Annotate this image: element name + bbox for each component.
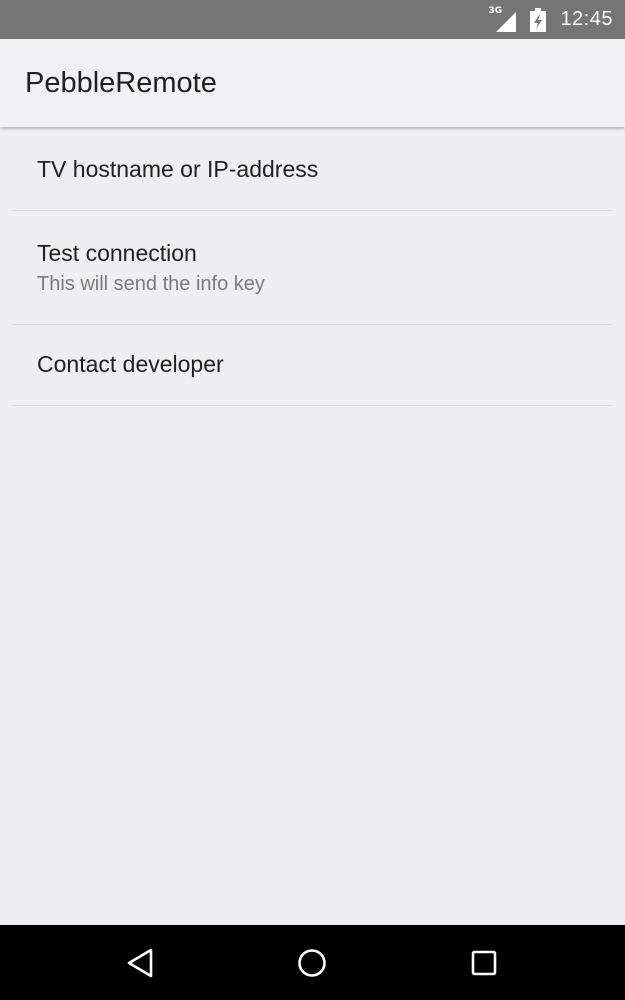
signal-icon: [496, 11, 517, 32]
back-icon: [127, 948, 153, 977]
recents-button[interactable]: [444, 925, 524, 1000]
status-bar: 3G 12:45: [0, 0, 625, 39]
status-icons: 3G 12:45: [488, 0, 613, 39]
app-title: PebbleRemote: [25, 67, 217, 99]
battery-indicator: [530, 7, 547, 32]
pref-summary: This will send the info key: [37, 273, 265, 295]
pref-test-connection[interactable]: Test connection This will send the info …: [12, 211, 612, 325]
recents-icon: [471, 950, 497, 975]
preference-list: TV hostname or IP-address Test connectio…: [12, 130, 612, 406]
pref-contact-developer[interactable]: Contact developer: [12, 325, 612, 406]
pref-tv-hostname[interactable]: TV hostname or IP-address: [12, 130, 612, 211]
pref-title: Test connection: [37, 240, 197, 266]
home-icon: [298, 948, 326, 977]
pref-title: TV hostname or IP-address: [37, 156, 319, 182]
home-button[interactable]: [272, 925, 352, 1000]
status-clock: 12:45: [560, 8, 613, 30]
network-indicator: 3G: [488, 6, 517, 34]
battery-icon: [530, 7, 547, 32]
back-button[interactable]: [100, 925, 180, 1000]
navigation-bar: [0, 925, 625, 1000]
app-bar: PebbleRemote: [0, 39, 625, 127]
pref-title: Contact developer: [37, 351, 224, 377]
